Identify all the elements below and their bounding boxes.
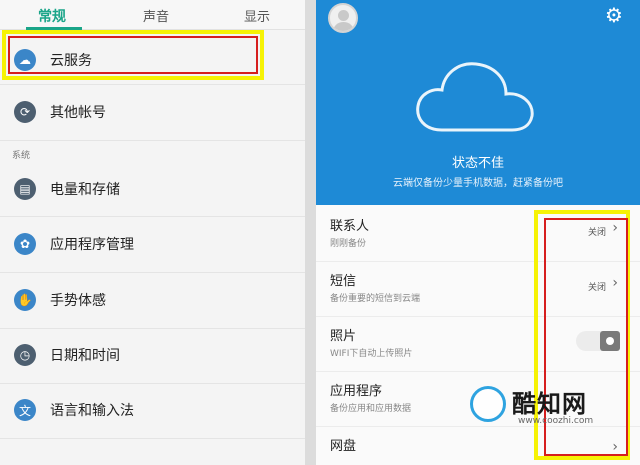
tab-bar: 常规 声音 显示 (0, 0, 305, 30)
cloud-icon (416, 62, 534, 132)
row-label: 应用程序管理 (50, 237, 134, 253)
row-label: 语言和输入法 (50, 403, 134, 419)
tab-display[interactable]: 显示 (244, 6, 270, 25)
row-label: 电量和存储 (50, 182, 120, 198)
row-other-accounts[interactable]: ⟳ 其他帐号 (0, 87, 305, 137)
cloud-header: ⚙ 状态不佳 云端仅备份少量手机数据，赶紧备份吧 (316, 0, 640, 205)
tab-general[interactable]: 常规 (38, 6, 66, 26)
item-title: 短信 (330, 274, 357, 289)
divider (0, 140, 305, 141)
divider (0, 328, 305, 329)
apps-icon: ✿ (14, 233, 36, 255)
section-label: 系统 (12, 151, 31, 161)
tab-sound[interactable]: 声音 (143, 6, 169, 25)
watermark-logo-icon (470, 386, 506, 422)
row-label: 手势体感 (50, 293, 106, 309)
row-app-management[interactable]: ✿ 应用程序管理 (0, 219, 305, 269)
clock-icon: ◷ (14, 344, 36, 366)
item-title: 应用程序 (330, 384, 383, 399)
watermark-url: www.coozhi.com (518, 416, 594, 426)
highlight-box-red (8, 36, 258, 74)
row-label: 日期和时间 (50, 348, 120, 364)
divider (0, 84, 305, 85)
status-subtitle: 云端仅备份少量手机数据，赶紧备份吧 (393, 178, 563, 189)
status-title: 状态不佳 (451, 156, 504, 171)
row-label: 其他帐号 (50, 105, 106, 121)
battery-icon: ▤ (14, 178, 36, 200)
watermark: 酷知网 www.coozhi.com (470, 382, 625, 432)
divider (0, 438, 305, 439)
item-subtitle: 备份重要的短信到云端 (330, 294, 421, 304)
item-title: 网盘 (330, 439, 357, 454)
row-language-input[interactable]: 文 语言和输入法 (0, 385, 305, 435)
language-icon: 文 (14, 399, 36, 421)
divider (0, 216, 305, 217)
item-subtitle: WIFI下自动上传照片 (330, 349, 413, 359)
row-power-storage[interactable]: ▤ 电量和存储 (0, 164, 305, 214)
avatar[interactable] (328, 3, 358, 33)
row-gesture[interactable]: ✋ 手势体感 (0, 275, 305, 325)
sync-icon: ⟳ (14, 101, 36, 123)
item-title: 照片 (330, 329, 357, 344)
item-title: 联系人 (330, 219, 370, 234)
item-subtitle: 刚刚备份 (330, 239, 367, 249)
gesture-icon: ✋ (14, 289, 36, 311)
row-date-time[interactable]: ◷ 日期和时间 (0, 330, 305, 380)
divider (0, 272, 305, 273)
divider (0, 383, 305, 384)
watermark-name: 酷知网 (512, 390, 587, 418)
gear-icon[interactable]: ⚙ (604, 5, 624, 25)
item-subtitle: 备份应用和应用数据 (330, 404, 412, 414)
settings-panel: 常规 声音 显示 ☁ 云服务 ⟳ 其他帐号 系统 ▤ 电量和存储 ✿ 应用程序管… (0, 0, 305, 465)
